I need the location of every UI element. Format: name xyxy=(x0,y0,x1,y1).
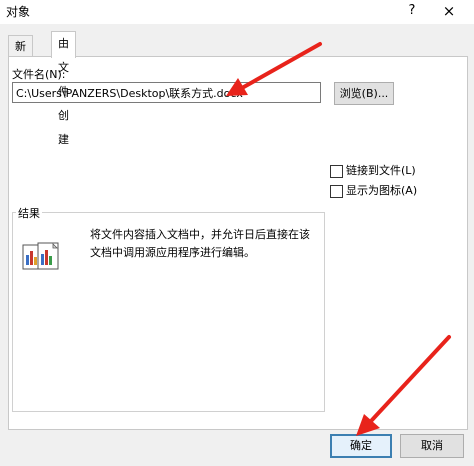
link-to-file-label: 链接到文件(L) xyxy=(346,164,416,177)
help-button[interactable]: ? xyxy=(402,1,422,21)
close-button[interactable]: × xyxy=(432,0,466,22)
display-as-icon-label: 显示为图标(A) xyxy=(346,184,418,197)
display-as-icon-checkbox[interactable] xyxy=(330,185,343,198)
ok-button[interactable]: 确定 xyxy=(330,434,392,458)
tab-create-from-file[interactable]: 由文件创建 xyxy=(51,31,76,146)
link-to-file-checkbox[interactable] xyxy=(330,165,343,178)
window-title: 对象 xyxy=(6,5,31,19)
tab-new[interactable]: 新建 xyxy=(8,35,33,75)
browse-button[interactable]: 浏览(B)... xyxy=(334,82,394,105)
embedded-document-icon xyxy=(22,242,59,270)
cancel-button[interactable]: 取消 xyxy=(400,434,464,458)
result-group-title: 结果 xyxy=(16,205,42,221)
result-description: 将文件内容插入文档中，并允许日后直接在该文档中调用源应用程序进行编辑。 xyxy=(90,228,310,259)
title-bar: 对象 ? × xyxy=(0,0,474,24)
